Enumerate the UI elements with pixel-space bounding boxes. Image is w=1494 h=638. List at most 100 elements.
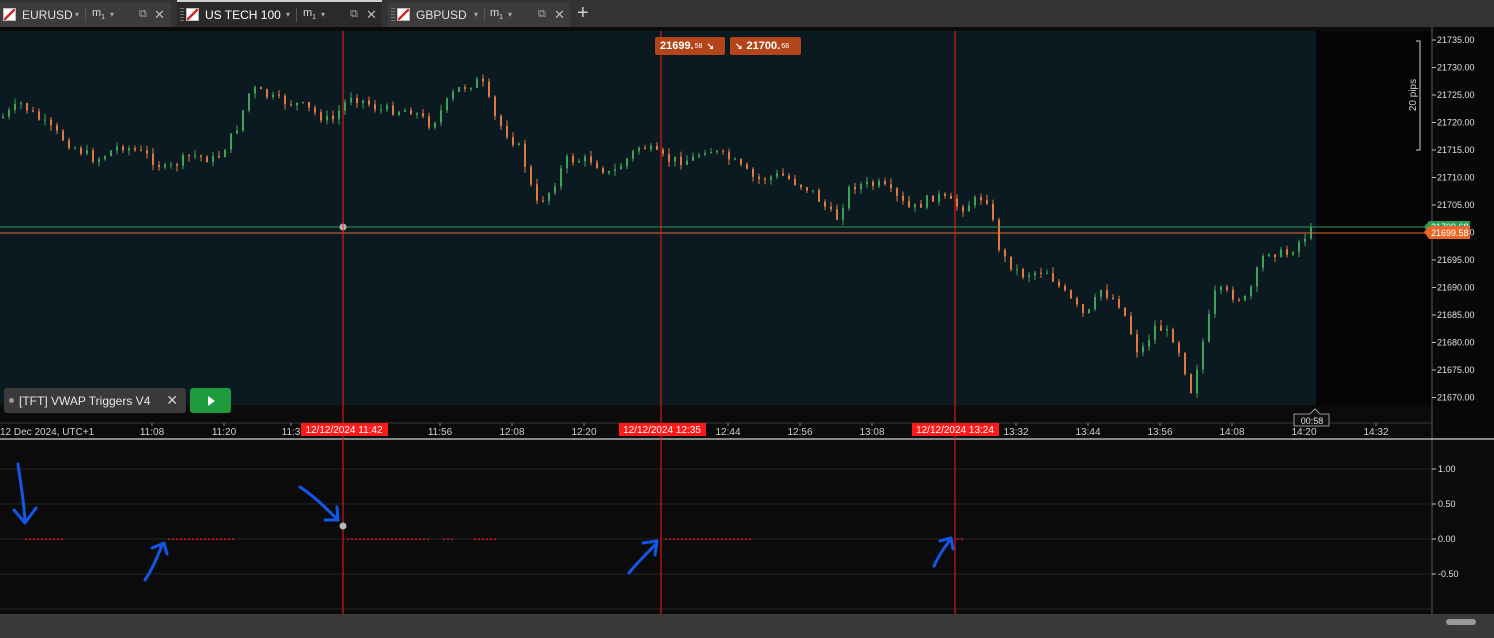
candle-body — [1142, 346, 1144, 353]
candle-body — [692, 156, 694, 161]
candle-body — [110, 150, 112, 157]
candle-body — [500, 115, 502, 126]
oscillator-dot — [681, 538, 683, 540]
oscillator-dot — [957, 538, 959, 540]
time-marker-1-text: 12/12/2024 11:42 — [305, 425, 383, 436]
candle-body — [194, 155, 196, 157]
chevron-down-icon[interactable]: ▾ — [474, 10, 478, 19]
chevron-down-icon[interactable]: ▾ — [110, 10, 114, 19]
candle-body — [704, 153, 706, 155]
oscillator-dot — [45, 538, 47, 540]
price-tick-label: 21735.00 — [1437, 35, 1475, 45]
candle-body — [1298, 242, 1300, 253]
popout-icon[interactable]: ⧉ — [350, 8, 358, 21]
plus-icon[interactable]: + — [577, 2, 589, 24]
candle-body — [584, 156, 586, 162]
time-tick-label: 12:44 — [715, 427, 740, 438]
popout-icon[interactable]: ⧉ — [538, 8, 546, 21]
oscillator-dot — [737, 538, 739, 540]
candle-body — [152, 153, 154, 165]
instrument-flag-icon — [397, 8, 410, 21]
candle-body — [650, 146, 652, 149]
candle-body — [536, 184, 538, 201]
candle-body — [1220, 286, 1222, 291]
price-tick-label: 21695.00 — [1437, 255, 1475, 265]
candle-body — [560, 168, 562, 187]
tab-eurusd[interactable]: EURUSD ▾ m1 ▾ ⧉ ✕ — [0, 2, 171, 27]
candle-body — [542, 200, 544, 202]
timeframe-selector[interactable]: m1 — [92, 7, 105, 21]
candle-body — [128, 148, 130, 151]
chevron-down-icon[interactable]: ▾ — [321, 10, 325, 19]
candle-body — [656, 146, 658, 150]
arrow-down-right-icon: ↘ — [735, 40, 743, 51]
close-icon[interactable]: ✕ — [154, 7, 165, 23]
close-icon[interactable]: ✕ — [166, 392, 178, 409]
oscillator-dot — [709, 538, 711, 540]
tab-gbpusd[interactable]: GBPUSD ▾ m1 ▾ ⧉ ✕ — [388, 2, 570, 27]
oscillator-dot — [57, 538, 59, 540]
play-button[interactable] — [190, 388, 231, 413]
candle-body — [1292, 252, 1294, 255]
tab-symbol: EURUSD — [22, 7, 73, 22]
candle-body — [308, 102, 310, 108]
hand-drawn-arrow-icon — [932, 536, 955, 568]
oscillator-dot — [665, 538, 667, 540]
candle-body — [344, 102, 346, 111]
candle-body — [446, 98, 448, 111]
buy-price-button[interactable]: ↘ 21700. 68 — [730, 37, 801, 55]
tab-us-tech-100[interactable]: US TECH 100 ▾ m1 ▾ ⧉ ✕ — [177, 0, 382, 27]
timeframe-selector[interactable]: m1 — [303, 7, 316, 21]
candle-body — [224, 149, 226, 158]
candle-body — [710, 152, 712, 154]
candle-body — [50, 119, 52, 126]
oscillator-dot — [403, 538, 405, 540]
chart-area[interactable]: 21735.00 21730.00 21725.00 21720.00 21715.00… — [0, 27, 1494, 638]
drag-handle-icon[interactable] — [391, 7, 395, 22]
popout-icon[interactable]: ⧉ — [139, 8, 147, 21]
candle-countdown-text: 00:58 — [1301, 416, 1324, 426]
candle-body — [1166, 329, 1168, 331]
candle-body — [920, 203, 922, 208]
oscillator-dot — [677, 538, 679, 540]
candle-body — [746, 164, 748, 169]
candle-body — [530, 166, 532, 185]
close-icon[interactable]: ✕ — [554, 7, 565, 23]
chevron-down-icon[interactable]: ▾ — [286, 10, 290, 19]
oscillator-dot — [693, 538, 695, 540]
candle-body — [992, 203, 994, 220]
candle-body — [764, 179, 766, 180]
candle-body — [590, 156, 592, 163]
candle-body — [602, 168, 604, 173]
candle-body — [548, 192, 550, 201]
oscillator-dot — [745, 538, 747, 540]
candle-body — [1052, 273, 1054, 282]
candle-body — [902, 195, 904, 201]
price-tick-label: 21690.00 — [1437, 283, 1475, 293]
candle-body — [866, 181, 868, 185]
oscillator-dot — [379, 538, 381, 540]
chart-svg[interactable]: 21735.00 21730.00 21725.00 21720.00 21715.00… — [0, 27, 1494, 638]
horizontal-scrollbar[interactable] — [1446, 619, 1476, 625]
drag-handle-icon[interactable] — [180, 7, 184, 22]
candle-body — [290, 104, 292, 106]
candle-body — [1112, 297, 1114, 299]
candle-body — [1190, 374, 1192, 393]
indicator-pill[interactable]: [TFT] VWAP Triggers V4 ✕ — [4, 388, 186, 413]
close-icon[interactable]: ✕ — [366, 7, 377, 23]
time-marker-2-text: 12/12/2024 12:35 — [623, 425, 701, 436]
candle-body — [44, 119, 46, 121]
chevron-down-icon[interactable]: ▾ — [75, 10, 79, 19]
price-tick-label: 21715.00 — [1437, 145, 1475, 155]
candle-body — [848, 187, 850, 209]
price-tick-label: 21675.00 — [1437, 365, 1475, 375]
candle-body — [572, 156, 574, 163]
chevron-down-icon[interactable]: ▾ — [508, 10, 512, 19]
timeframe-selector[interactable]: m1 — [490, 7, 503, 21]
oscillator-crosshair-dot — [339, 522, 347, 530]
oscillator-dot — [701, 538, 703, 540]
time-tick-label: 12:20 — [571, 427, 596, 438]
sell-price-button[interactable]: 21699. 58 ↘ — [655, 37, 725, 55]
price-tick-label: 21670.00 — [1437, 393, 1475, 403]
candle-body — [830, 206, 832, 210]
